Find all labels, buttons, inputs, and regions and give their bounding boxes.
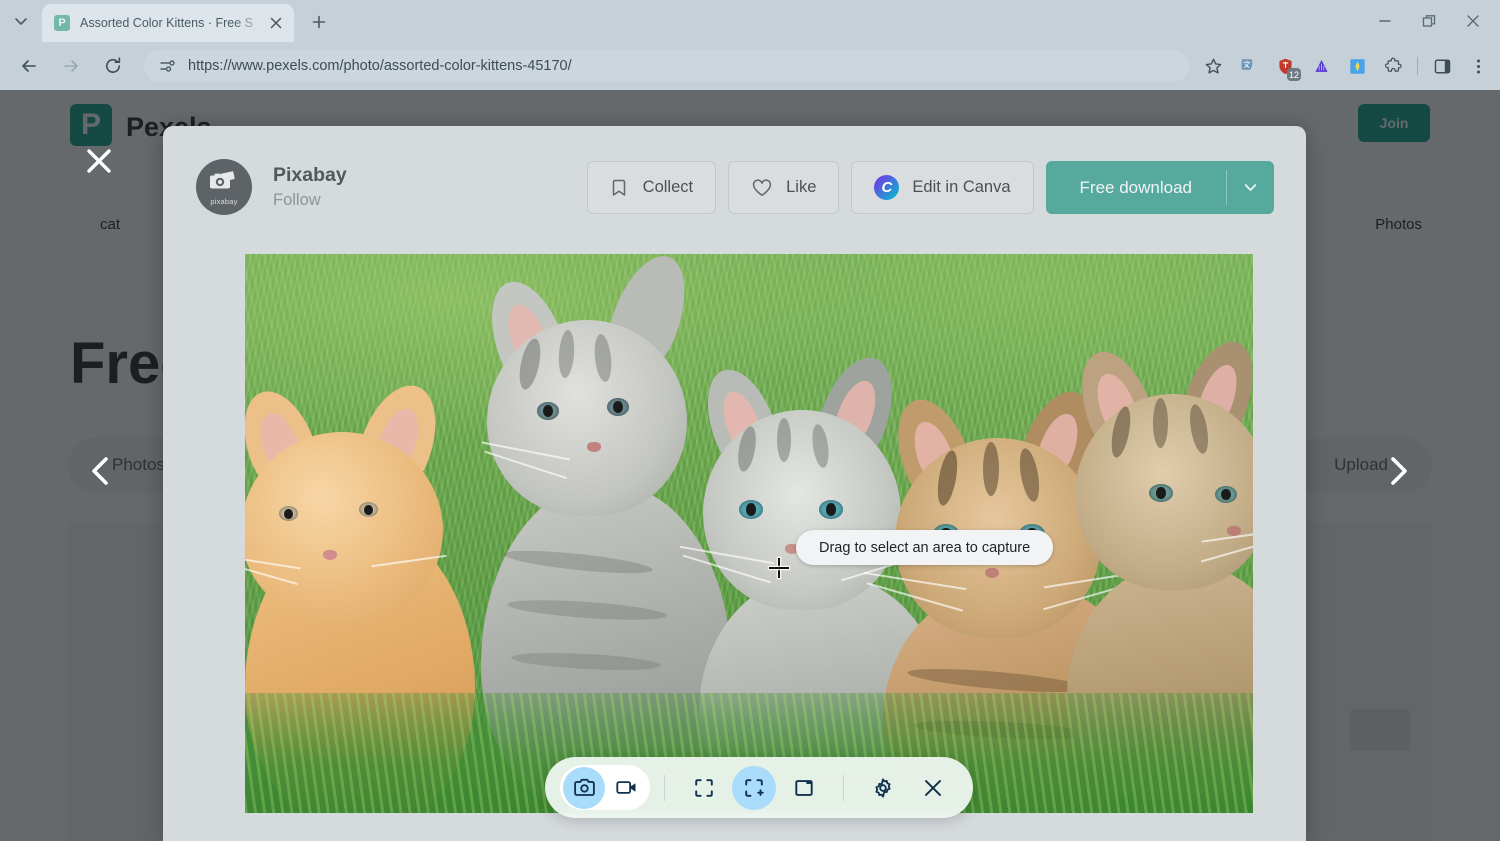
free-download-group: Free download <box>1046 161 1274 214</box>
previous-photo-button[interactable] <box>78 448 124 494</box>
screen: P Assorted Color Kittens · Free S <box>0 0 1500 841</box>
fullscreen-capture-button[interactable] <box>682 766 726 810</box>
screen-capture-toolbar <box>545 757 973 818</box>
free-download-button[interactable]: Free download <box>1046 161 1226 214</box>
toolbar-divider <box>1417 57 1418 75</box>
browser-toolbar: https://www.pexels.com/photo/assorted-co… <box>0 42 1500 90</box>
kittens-photo <box>245 254 1253 813</box>
close-window-icon[interactable] <box>1452 5 1494 37</box>
window-capture-button[interactable] <box>782 766 826 810</box>
screenshot-mode-button[interactable] <box>563 767 605 809</box>
heart-icon <box>751 178 773 198</box>
browser-tab[interactable]: P Assorted Color Kittens · Free S <box>42 4 294 42</box>
close-modal-button[interactable] <box>80 142 118 180</box>
author-name: Pixabay <box>273 162 347 188</box>
avatar[interactable]: pixabay <box>196 159 252 215</box>
chevron-down-icon[interactable] <box>1227 161 1274 214</box>
forward-arrow-icon[interactable] <box>54 49 88 83</box>
three-dot-menu-icon[interactable] <box>1462 50 1494 82</box>
bookmark-icon <box>610 178 630 198</box>
close-capture-button[interactable] <box>911 766 955 810</box>
modal-header: pixabay Pixabay Follow Collect <box>163 126 1306 254</box>
restore-window-icon[interactable] <box>1408 5 1450 37</box>
tab-strip: P Assorted Color Kittens · Free S <box>0 0 1500 42</box>
toolbar-divider-2 <box>843 775 844 801</box>
follow-link[interactable]: Follow <box>273 188 347 212</box>
collect-button[interactable]: Collect <box>587 161 716 214</box>
camera-icon <box>209 171 239 196</box>
browser-chrome: P Assorted Color Kittens · Free S <box>0 0 1500 90</box>
side-panel-icon[interactable] <box>1426 50 1458 82</box>
shield-extension-icon[interactable]: 12 <box>1269 50 1301 82</box>
modal-actions: Collect Like C Edit in Canva Free downlo… <box>587 161 1274 214</box>
minimize-icon[interactable] <box>1364 5 1406 37</box>
screenrecord-mode-button[interactable] <box>605 767 647 809</box>
puzzle-piece-icon[interactable] <box>1377 50 1409 82</box>
reload-icon[interactable] <box>96 49 130 83</box>
like-label: Like <box>786 178 816 197</box>
capture-mode-group <box>560 765 650 810</box>
square-extension-icon[interactable] <box>1341 50 1373 82</box>
avatar-wordmark: pixabay <box>210 197 237 206</box>
tab-search-icon[interactable] <box>8 8 34 34</box>
toolbar-icons: 12 <box>1197 50 1500 82</box>
window-controls <box>1364 4 1494 38</box>
edit-in-canva-label: Edit in Canva <box>912 178 1010 197</box>
site-settings-icon[interactable] <box>158 57 176 75</box>
tab-favicon: P <box>54 15 70 31</box>
collect-label: Collect <box>643 178 693 197</box>
url-text: https://www.pexels.com/photo/assorted-co… <box>188 58 572 74</box>
canva-icon: C <box>874 175 899 200</box>
tab-title: Assorted Color Kittens · Free S <box>80 16 266 30</box>
star-icon[interactable] <box>1197 50 1229 82</box>
photo-container[interactable] <box>245 254 1253 813</box>
address-bar[interactable]: https://www.pexels.com/photo/assorted-co… <box>144 50 1189 82</box>
author-text: Pixabay Follow <box>273 162 347 212</box>
back-arrow-icon[interactable] <box>12 49 46 83</box>
toolbar-divider-1 <box>664 775 665 801</box>
next-photo-button[interactable] <box>1375 448 1421 494</box>
capture-settings-button[interactable] <box>861 766 905 810</box>
photo-modal: pixabay Pixabay Follow Collect <box>163 126 1306 841</box>
capture-hint-tooltip: Drag to select an area to capture <box>796 530 1053 565</box>
tab-close-icon[interactable] <box>266 13 286 33</box>
translate-icon[interactable] <box>1233 50 1265 82</box>
extension-badge: 12 <box>1287 68 1301 81</box>
author-block[interactable]: pixabay Pixabay Follow <box>196 159 347 215</box>
crosshair-cursor <box>769 558 789 578</box>
triangle-extension-icon[interactable] <box>1305 50 1337 82</box>
new-tab-button[interactable] <box>304 9 334 35</box>
region-capture-button[interactable] <box>732 766 776 810</box>
like-button[interactable]: Like <box>728 161 839 214</box>
edit-in-canva-button[interactable]: C Edit in Canva <box>851 161 1033 214</box>
